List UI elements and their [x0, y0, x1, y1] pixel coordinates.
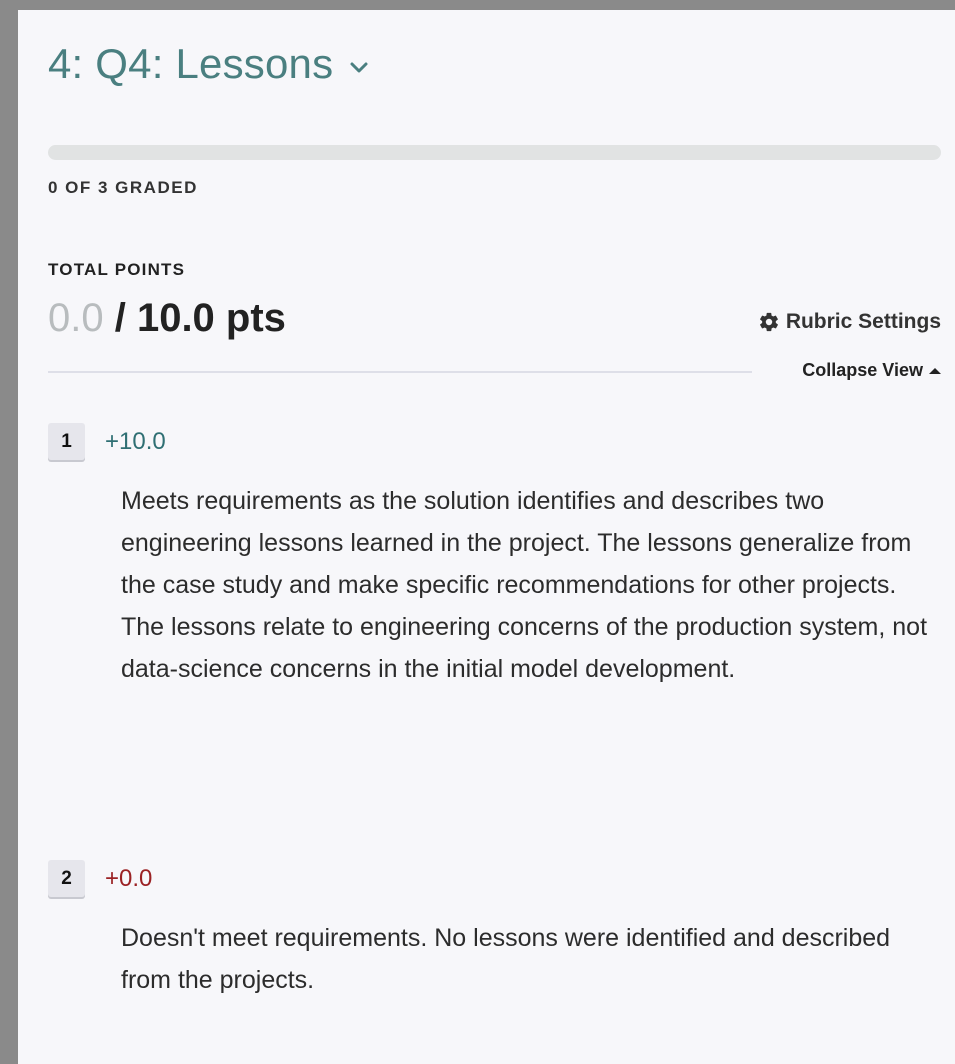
rubric-item-header: 2 +0.0	[48, 860, 935, 897]
earned-points: 0.0	[48, 296, 104, 340]
rubric-item-description: Doesn't meet requirements. No lessons we…	[121, 924, 891, 994]
rubric-settings-button[interactable]: Rubric Settings	[758, 310, 941, 334]
possible-points: 10.0 pts	[136, 296, 286, 340]
collapse-view-label: Collapse View	[802, 360, 923, 380]
window-frame: 4: Q4: Lessons 0 OF 3 GRADED TOTAL POINT…	[0, 0, 955, 1064]
section-divider	[48, 371, 752, 373]
rubric-item-points: +0.0	[105, 864, 153, 892]
caret-up-icon	[929, 367, 941, 374]
rubric-item-key: 1	[48, 423, 85, 460]
collapse-view-button[interactable]: Collapse View	[802, 360, 941, 381]
rubric-settings-label: Rubric Settings	[785, 310, 941, 333]
rubric-item-points: +10.0	[105, 427, 166, 455]
question-title-dropdown[interactable]: 4: Q4: Lessons	[48, 40, 371, 88]
total-points-value: 0.0 / 10.0 pts	[48, 296, 286, 341]
chevron-down-icon	[350, 62, 368, 73]
grading-panel: 4: Q4: Lessons 0 OF 3 GRADED TOTAL POINT…	[18, 10, 955, 1064]
rubric-item[interactable]: 2 +0.0 Doesn't meet requirements. No les…	[48, 860, 935, 1001]
question-title: 4: Q4: Lessons	[48, 40, 334, 87]
rubric-item-header: 1 +10.0	[48, 423, 935, 460]
graded-count: 0 OF 3 GRADED	[48, 178, 198, 197]
gear-icon	[759, 312, 778, 332]
rubric-item[interactable]: 1 +10.0 Meets requirements as the soluti…	[48, 423, 935, 690]
points-separator: /	[103, 296, 137, 340]
grading-progress-bar	[48, 145, 941, 160]
rubric-item-key: 2	[48, 860, 85, 897]
total-points-label: TOTAL POINTS	[48, 260, 186, 279]
rubric-item-description: Meets requirements as the solution ident…	[121, 487, 928, 683]
